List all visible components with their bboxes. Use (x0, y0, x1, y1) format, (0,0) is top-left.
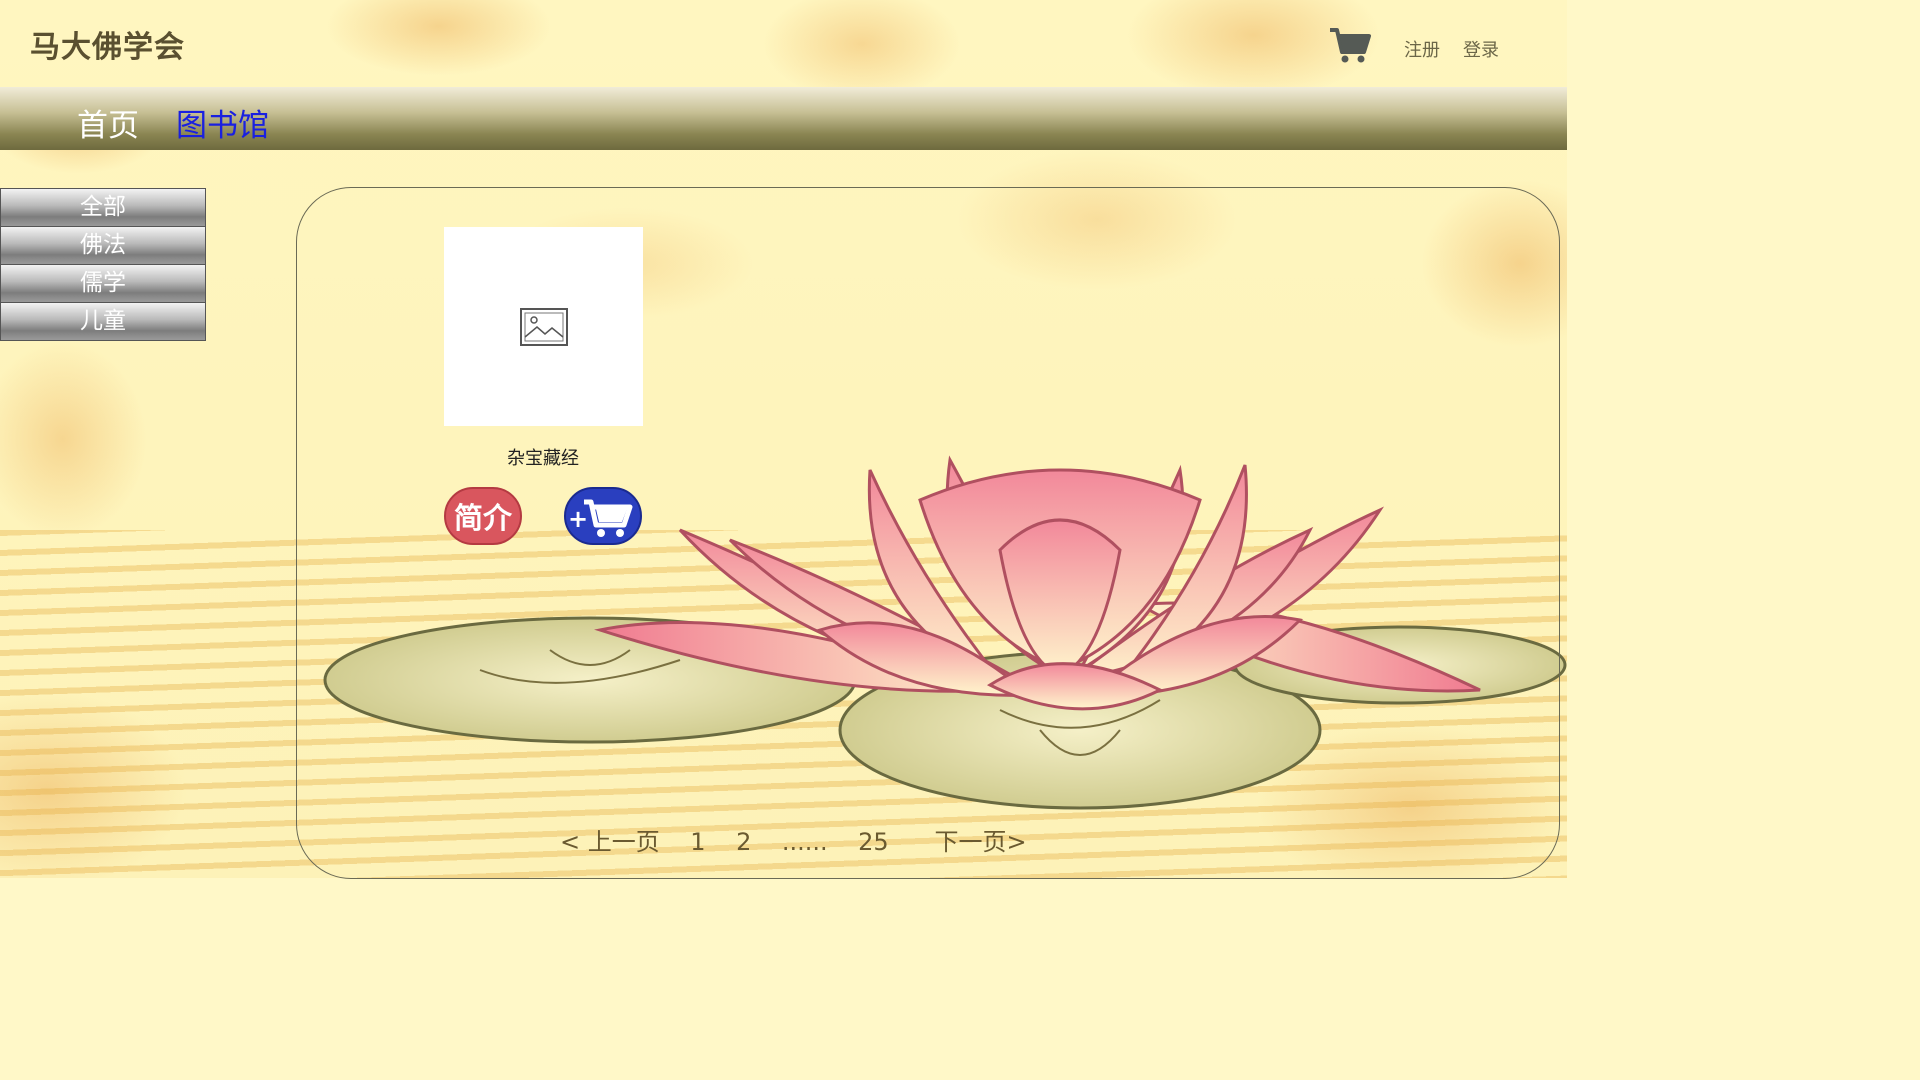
sidebar-item-children[interactable]: 儿童 (0, 302, 206, 341)
sidebar-item-buddhism[interactable]: 佛法 (0, 226, 206, 264)
pagination-ellipsis: ...... (781, 828, 828, 856)
nav-home[interactable]: 首页 (77, 100, 139, 145)
pagination-next[interactable]: 下一页> (934, 828, 1026, 856)
shopping-cart-icon[interactable] (1328, 26, 1372, 66)
book-title[interactable]: 杂宝藏经 (443, 444, 643, 470)
add-to-cart-button[interactable]: + (564, 487, 642, 545)
main-nav-bar: 首页 图书馆 (0, 87, 1567, 150)
site-title: 马大佛学会 (30, 30, 185, 65)
add-cart-icon: + (568, 499, 633, 537)
register-link[interactable]: 注册 (1404, 36, 1440, 62)
svg-text:+: + (568, 505, 588, 533)
pagination-prev[interactable]: < 上一页 (560, 828, 660, 856)
image-placeholder-icon (519, 307, 568, 346)
book-intro-button[interactable]: 简介 (444, 487, 522, 545)
pagination-page-last[interactable]: 25 (858, 828, 889, 856)
pagination: < 上一页 1 2 ...... 25 下一页> (560, 822, 1027, 857)
login-link[interactable]: 登录 (1463, 36, 1499, 62)
sidebar-item-confucianism[interactable]: 儒学 (0, 264, 206, 302)
sidebar-item-all[interactable]: 全部 (0, 188, 206, 226)
nav-library[interactable]: 图书馆 (176, 100, 269, 145)
pagination-page-1[interactable]: 1 (690, 828, 705, 856)
pagination-page-2[interactable]: 2 (736, 828, 751, 856)
category-sidebar: 全部 佛法 儒学 儿童 (0, 188, 206, 341)
book-cover-image[interactable] (444, 227, 643, 426)
